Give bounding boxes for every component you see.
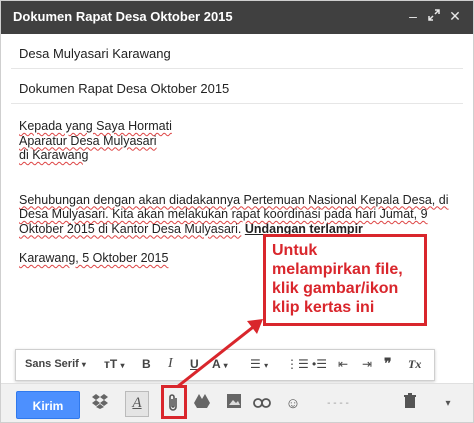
close-icon[interactable]: ✕	[447, 8, 463, 24]
underline-button[interactable]: U	[190, 357, 199, 371]
compose-window: Dokumen Rapat Desa Oktober 2015 ‒ ✕ Desa…	[0, 0, 474, 423]
more-dots-icon: - - - - -	[327, 398, 349, 422]
send-button[interactable]: Kirim	[16, 391, 80, 419]
formatting-toolbar: Sans Serif ▾ тT ▾ B I U A ▾ ☰ ▾ ⋮☰ •☰ ⇤ …	[15, 349, 435, 381]
align-icon[interactable]: ☰ ▾	[250, 357, 268, 371]
minimize-icon[interactable]: ‒	[405, 8, 421, 24]
emoji-icon[interactable]: ☺	[282, 393, 304, 415]
bold-button[interactable]: B	[142, 357, 151, 371]
more-options-icon[interactable]: ▾	[437, 393, 459, 415]
numbered-list-icon[interactable]: ⋮☰	[286, 357, 309, 371]
bulleted-list-icon[interactable]: •☰	[312, 357, 327, 371]
expand-icon[interactable]	[426, 8, 442, 24]
attach-callout: Untuk melampirkan file, klik gambar/ikon…	[263, 234, 427, 326]
compose-title: Dokumen Rapat Desa Oktober 2015	[13, 9, 233, 24]
remove-formatting-icon[interactable]: Tx	[408, 357, 421, 372]
italic-button[interactable]: I	[168, 356, 173, 372]
to-field-value: Desa Mulyasari Karawang	[19, 46, 171, 61]
chevron-down-icon: ▾	[81, 360, 86, 369]
compose-titlebar[interactable]: Dokumen Rapat Desa Oktober 2015 ‒ ✕	[1, 1, 473, 34]
text-color-button[interactable]: A ▾	[212, 357, 228, 371]
drive-icon[interactable]	[191, 393, 213, 415]
discard-icon[interactable]	[399, 393, 421, 415]
indent-less-icon[interactable]: ⇤	[338, 357, 348, 371]
quote-icon[interactable]: ❞	[384, 355, 392, 372]
text-size-icon[interactable]: тT ▾	[104, 357, 125, 371]
compose-bottom-bar: Kirim A ☺ - - - - - ▾	[1, 383, 473, 422]
formatting-icon[interactable]: A	[125, 391, 149, 417]
subject-field[interactable]: Dokumen Rapat Desa Oktober 2015	[11, 73, 463, 104]
indent-more-icon[interactable]: ⇥	[362, 357, 372, 371]
to-field[interactable]: Desa Mulyasari Karawang	[11, 38, 463, 69]
font-family-label: Sans Serif	[25, 358, 79, 370]
body-line-2: Aparatur Desa Mulyasari	[19, 133, 157, 148]
photo-icon[interactable]	[223, 393, 245, 415]
body-paragraph: Sehubungan dengan akan diadakannya Perte…	[19, 193, 459, 237]
callout-text: Untuk melampirkan file, klik gambar/ikon…	[272, 242, 403, 316]
body-line-3: di Karawang	[19, 148, 89, 162]
attach-highlight-box	[161, 385, 187, 419]
body-paragraph-text: Sehubungan dengan akan diadakannya Perte…	[19, 192, 449, 236]
link-icon[interactable]	[251, 393, 273, 415]
dropbox-icon[interactable]	[89, 393, 111, 415]
subject-field-value: Dokumen Rapat Desa Oktober 2015	[19, 81, 230, 96]
text-color-label: A	[212, 357, 221, 371]
font-family-select[interactable]: Sans Serif ▾	[25, 358, 86, 370]
body-line-1: Kepada yang Saya Hormati	[19, 119, 172, 133]
